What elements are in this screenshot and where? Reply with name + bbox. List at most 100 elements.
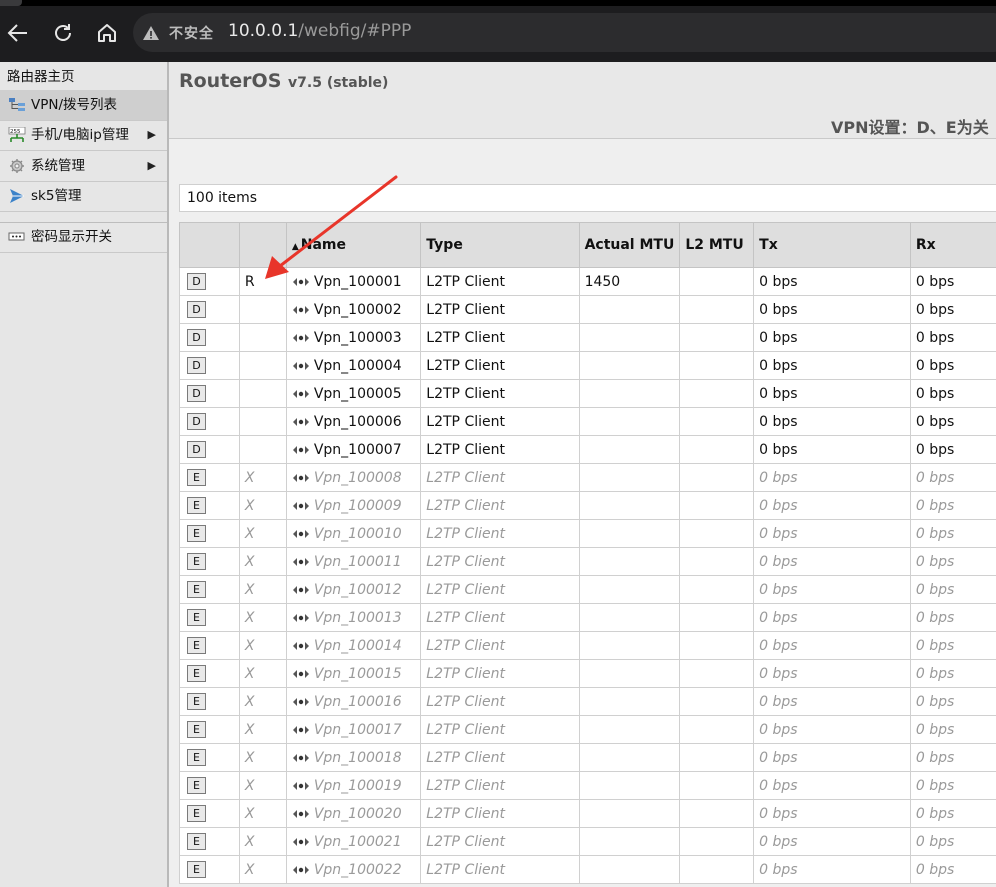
interface-name[interactable]: Vpn_100012	[314, 582, 402, 598]
toggle-enable-button[interactable]: E	[187, 777, 206, 794]
table-row[interactable]: E X Vpn_100022 L2TP Client 0 bps 0 bps	[179, 855, 996, 884]
url-text[interactable]: 10.0.0.1/webfig/#PPP	[228, 21, 411, 41]
name-cell[interactable]: Vpn_100006	[285, 407, 422, 436]
sidebar-item-sk5[interactable]: sk5管理	[0, 181, 167, 212]
table-row[interactable]: E X Vpn_100009 L2TP Client 0 bps 0 bps	[179, 491, 996, 520]
column-header-name[interactable]: ▲ Name	[285, 222, 422, 268]
table-row[interactable]: E X Vpn_100021 L2TP Client 0 bps 0 bps	[179, 827, 996, 856]
table-row[interactable]: E X Vpn_100010 L2TP Client 0 bps 0 bps	[179, 519, 996, 548]
interface-name[interactable]: Vpn_100006	[314, 414, 402, 430]
toggle-enable-button[interactable]: E	[187, 581, 206, 598]
interface-name[interactable]: Vpn_100022	[314, 862, 402, 878]
interface-name[interactable]: Vpn_100016	[314, 694, 402, 710]
name-cell[interactable]: Vpn_100011	[285, 547, 422, 576]
name-cell[interactable]: Vpn_100012	[285, 575, 422, 604]
toggle-enable-button[interactable]: D	[187, 413, 206, 430]
interface-name[interactable]: Vpn_100004	[314, 358, 402, 374]
interface-name[interactable]: Vpn_100003	[314, 330, 402, 346]
table-row[interactable]: E X Vpn_100019 L2TP Client 0 bps 0 bps	[179, 771, 996, 800]
toggle-enable-button[interactable]: E	[187, 693, 206, 710]
table-row[interactable]: E X Vpn_100013 L2TP Client 0 bps 0 bps	[179, 603, 996, 632]
name-cell[interactable]: Vpn_100002	[285, 295, 422, 324]
name-cell[interactable]: Vpn_100007	[285, 435, 422, 464]
column-header-rx[interactable]: Rx	[909, 222, 996, 268]
column-header-type[interactable]: Type	[420, 222, 580, 268]
name-cell[interactable]: Vpn_100021	[285, 827, 422, 856]
toggle-enable-button[interactable]: D	[187, 301, 206, 318]
toggle-enable-button[interactable]: E	[187, 637, 206, 654]
name-cell[interactable]: Vpn_100009	[285, 491, 422, 520]
toggle-enable-button[interactable]: E	[187, 553, 206, 570]
name-cell[interactable]: Vpn_100013	[285, 603, 422, 632]
toggle-enable-button[interactable]: E	[187, 525, 206, 542]
table-row[interactable]: D Vpn_100003 L2TP Client 0 bps 0 bps	[179, 323, 996, 352]
interface-name[interactable]: Vpn_100015	[314, 666, 402, 682]
tab[interactable]	[0, 0, 22, 6]
interface-name[interactable]: Vpn_100014	[314, 638, 402, 654]
table-row[interactable]: E X Vpn_100018 L2TP Client 0 bps 0 bps	[179, 743, 996, 772]
column-header-status[interactable]	[238, 222, 287, 268]
interface-name[interactable]: Vpn_100020	[314, 806, 402, 822]
table-row[interactable]: D Vpn_100007 L2TP Client 0 bps 0 bps	[179, 435, 996, 464]
toggle-enable-button[interactable]: E	[187, 749, 206, 766]
name-cell[interactable]: Vpn_100015	[285, 659, 422, 688]
interface-name[interactable]: Vpn_100021	[314, 834, 402, 850]
name-cell[interactable]: Vpn_100014	[285, 631, 422, 660]
interface-name[interactable]: Vpn_100018	[314, 750, 402, 766]
name-cell[interactable]: Vpn_100018	[285, 743, 422, 772]
interface-name[interactable]: Vpn_100002	[314, 302, 402, 318]
name-cell[interactable]: Vpn_100017	[285, 715, 422, 744]
table-row[interactable]: E X Vpn_100015 L2TP Client 0 bps 0 bps	[179, 659, 996, 688]
column-header-tx[interactable]: Tx	[753, 222, 911, 268]
column-header-flag[interactable]	[179, 222, 240, 268]
column-header-actual-mtu[interactable]: Actual MTU	[578, 222, 681, 268]
name-cell[interactable]: Vpn_100005	[285, 379, 422, 408]
interface-name[interactable]: Vpn_100010	[314, 526, 402, 542]
sidebar-item-router-home[interactable]: 路由器主页	[0, 62, 167, 93]
interface-name[interactable]: Vpn_100017	[314, 722, 402, 738]
interface-name[interactable]: Vpn_100011	[314, 554, 402, 570]
toggle-enable-button[interactable]: E	[187, 721, 206, 738]
toggle-enable-button[interactable]: E	[187, 469, 206, 486]
table-row[interactable]: E X Vpn_100008 L2TP Client 0 bps 0 bps	[179, 463, 996, 492]
home-button[interactable]	[92, 18, 122, 48]
name-cell[interactable]: Vpn_100004	[285, 351, 422, 380]
name-cell[interactable]: Vpn_100016	[285, 687, 422, 716]
table-row[interactable]: D Vpn_100002 L2TP Client 0 bps 0 bps	[179, 295, 996, 324]
toggle-enable-button[interactable]: E	[187, 861, 206, 878]
interface-name[interactable]: Vpn_100013	[314, 610, 402, 626]
table-row[interactable]: E X Vpn_100011 L2TP Client 0 bps 0 bps	[179, 547, 996, 576]
sidebar-item-vpn-list[interactable]: VPN/拨号列表	[0, 90, 167, 121]
name-cell[interactable]: Vpn_100003	[285, 323, 422, 352]
interface-name[interactable]: Vpn_100007	[314, 442, 402, 458]
name-cell[interactable]: Vpn_100020	[285, 799, 422, 828]
toggle-enable-button[interactable]: E	[187, 609, 206, 626]
table-row[interactable]: E X Vpn_100012 L2TP Client 0 bps 0 bps	[179, 575, 996, 604]
toggle-enable-button[interactable]: E	[187, 665, 206, 682]
table-row[interactable]: D R Vpn_100001 L2TP Client 1450 0 bps 0 bps	[179, 267, 996, 296]
sidebar-item-system[interactable]: 系统管理 ▶	[0, 151, 167, 182]
sidebar-item-ip-management[interactable]: 255 手机/电脑ip管理 ▶	[0, 120, 167, 151]
name-cell[interactable]: Vpn_100008	[285, 463, 422, 492]
warning-icon[interactable]	[142, 24, 160, 42]
table-row[interactable]: D Vpn_100006 L2TP Client 0 bps 0 bps	[179, 407, 996, 436]
name-cell[interactable]: Vpn_100019	[285, 771, 422, 800]
sidebar-item-password-toggle[interactable]: 密码显示开关	[0, 222, 167, 253]
table-row[interactable]: E X Vpn_100014 L2TP Client 0 bps 0 bps	[179, 631, 996, 660]
name-cell[interactable]: Vpn_100010	[285, 519, 422, 548]
interface-name[interactable]: Vpn_100001	[314, 274, 402, 290]
interface-name[interactable]: Vpn_100005	[314, 386, 402, 402]
toggle-enable-button[interactable]: D	[187, 385, 206, 402]
back-button[interactable]	[3, 18, 33, 48]
toggle-enable-button[interactable]: E	[187, 805, 206, 822]
table-row[interactable]: E X Vpn_100016 L2TP Client 0 bps 0 bps	[179, 687, 996, 716]
toggle-enable-button[interactable]: D	[187, 329, 206, 346]
name-cell[interactable]: Vpn_100022	[285, 855, 422, 884]
interface-name[interactable]: Vpn_100009	[314, 498, 402, 514]
toggle-enable-button[interactable]: E	[187, 497, 206, 514]
table-row[interactable]: E X Vpn_100017 L2TP Client 0 bps 0 bps	[179, 715, 996, 744]
column-header-l2-mtu[interactable]: L2 MTU	[679, 222, 755, 268]
toggle-enable-button[interactable]: D	[187, 273, 206, 290]
interface-name[interactable]: Vpn_100019	[314, 778, 402, 794]
toggle-enable-button[interactable]: E	[187, 833, 206, 850]
